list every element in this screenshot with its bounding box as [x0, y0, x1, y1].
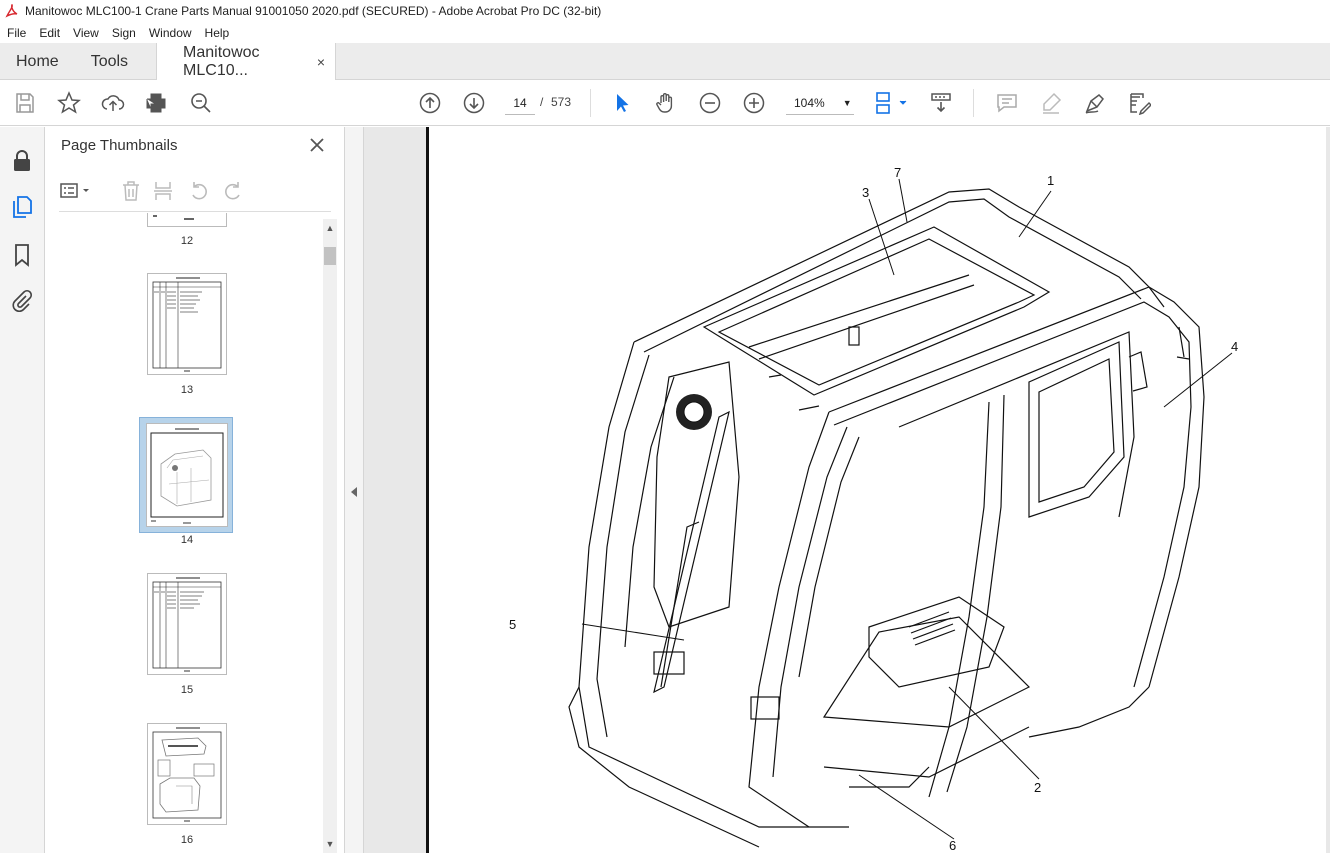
- thumbnail-tools: [59, 179, 329, 203]
- left-navigation-rail: [0, 127, 45, 853]
- thumbnail-options-menu-icon[interactable]: [59, 179, 93, 203]
- hand-tool-icon[interactable]: [654, 91, 678, 115]
- lock-icon[interactable]: [10, 149, 34, 173]
- page-thumbnails-panel: Page Thumbnails 12 13 14 15 16 ▲ ▼: [45, 127, 345, 853]
- zoom-out-icon[interactable]: [698, 91, 722, 115]
- comment-icon[interactable]: [995, 91, 1019, 115]
- panel-collapse-handle[interactable]: [345, 127, 364, 853]
- toolbar-divider: [973, 89, 974, 117]
- page-display-mode-icon[interactable]: [874, 91, 910, 115]
- callout-1: 1: [1047, 173, 1054, 188]
- upload-cloud-icon[interactable]: [101, 91, 125, 115]
- thumbnail-label: 13: [180, 384, 194, 396]
- callout-7: 7: [894, 165, 901, 180]
- total-pages: 573: [551, 95, 572, 109]
- select-cursor-icon[interactable]: [610, 91, 634, 115]
- zoom-level-value: 104%: [794, 95, 825, 110]
- thumbnail-label: 12: [180, 235, 194, 247]
- menu-file[interactable]: File: [0, 26, 32, 40]
- thumbnail-label: 15: [180, 684, 194, 696]
- zoom-level-select[interactable]: 104% ▼: [786, 91, 854, 115]
- toolbar-divider: [590, 89, 591, 117]
- zoom-search-icon[interactable]: [189, 91, 213, 115]
- acrobat-logo-icon: [5, 4, 18, 18]
- scrollbar-thumb[interactable]: [324, 247, 336, 265]
- callout-4: 4: [1231, 339, 1238, 354]
- menu-view[interactable]: View: [66, 26, 105, 40]
- chevron-down-icon: ▼: [842, 97, 852, 108]
- panel-title: Page Thumbnails: [61, 137, 178, 154]
- save-icon[interactable]: [13, 91, 37, 115]
- attachments-paperclip-icon[interactable]: [10, 289, 34, 313]
- callout-3: 3: [862, 185, 869, 200]
- title-bar: Manitowoc MLC100-1 Crane Parts Manual 91…: [0, 0, 1330, 22]
- callout-6: 6: [949, 838, 956, 853]
- menu-window[interactable]: Window: [142, 26, 198, 40]
- print-icon[interactable]: [144, 91, 168, 115]
- document-viewer[interactable]: 1 2 3 4 5 6 7: [364, 127, 1330, 853]
- next-page-icon[interactable]: [462, 91, 486, 115]
- pdf-page: 1 2 3 4 5 6 7: [426, 127, 1326, 853]
- edit-pdf-icon[interactable]: [1127, 91, 1151, 115]
- thumbnail-page-16[interactable]: [147, 723, 227, 825]
- previous-page-icon[interactable]: [418, 91, 442, 115]
- scroll-down-icon[interactable]: ▼: [325, 839, 335, 849]
- bookmarks-icon[interactable]: [10, 243, 34, 267]
- tab-home[interactable]: Home: [0, 43, 75, 80]
- scrolling-mode-icon[interactable]: [929, 91, 953, 115]
- tab-bar: Home Tools Manitowoc MLC10... ×: [0, 43, 1330, 81]
- callout-2: 2: [1034, 780, 1041, 795]
- scroll-up-icon[interactable]: ▲: [325, 223, 335, 233]
- zoom-in-icon[interactable]: [742, 91, 766, 115]
- sign-pen-icon[interactable]: [1083, 91, 1107, 115]
- tab-document[interactable]: Manitowoc MLC10... ×: [156, 43, 337, 81]
- close-tab-icon[interactable]: ×: [317, 54, 325, 70]
- bookmark-star-icon[interactable]: [57, 91, 81, 115]
- menu-edit[interactable]: Edit: [32, 26, 66, 40]
- rotate-counterclockwise-icon[interactable]: [187, 179, 211, 203]
- panel-divider: [59, 211, 331, 212]
- thumbnail-label: 16: [180, 834, 194, 846]
- tab-document-label: Manitowoc MLC10...: [183, 44, 260, 79]
- tab-tools[interactable]: Tools: [75, 43, 144, 80]
- callout-5: 5: [509, 617, 516, 632]
- menu-bar: File Edit View Sign Window Help: [0, 22, 1330, 43]
- thumbnail-page-15[interactable]: [147, 573, 227, 675]
- menu-help[interactable]: Help: [198, 26, 236, 40]
- thumbnail-page-13[interactable]: [147, 273, 227, 375]
- rotate-clockwise-icon[interactable]: [221, 179, 245, 203]
- toolbar: 14 / 573 104% ▼: [0, 80, 1330, 126]
- thumbnail-list: 12 13 14 15 16: [59, 213, 321, 853]
- highlight-pen-icon[interactable]: [1039, 91, 1063, 115]
- menu-sign[interactable]: Sign: [105, 26, 142, 40]
- thumbnail-page-12[interactable]: [147, 213, 227, 227]
- insert-page-icon[interactable]: [151, 179, 175, 203]
- thumbnail-page-14[interactable]: [146, 423, 228, 527]
- thumbnail-label: 14: [180, 534, 194, 546]
- crane-cab-drawing: 1 2 3 4 5 6 7: [509, 165, 1238, 853]
- delete-page-icon[interactable]: [119, 179, 143, 203]
- current-page-input[interactable]: 14: [505, 91, 535, 115]
- page-thumbnails-icon[interactable]: [10, 195, 34, 219]
- thumbnail-scrollbar[interactable]: ▲ ▼: [323, 219, 337, 853]
- page-separator: /: [540, 95, 544, 109]
- collapse-arrow-icon: [351, 487, 357, 497]
- close-panel-icon[interactable]: [307, 135, 327, 155]
- window-title: Manitowoc MLC100-1 Crane Parts Manual 91…: [25, 4, 602, 18]
